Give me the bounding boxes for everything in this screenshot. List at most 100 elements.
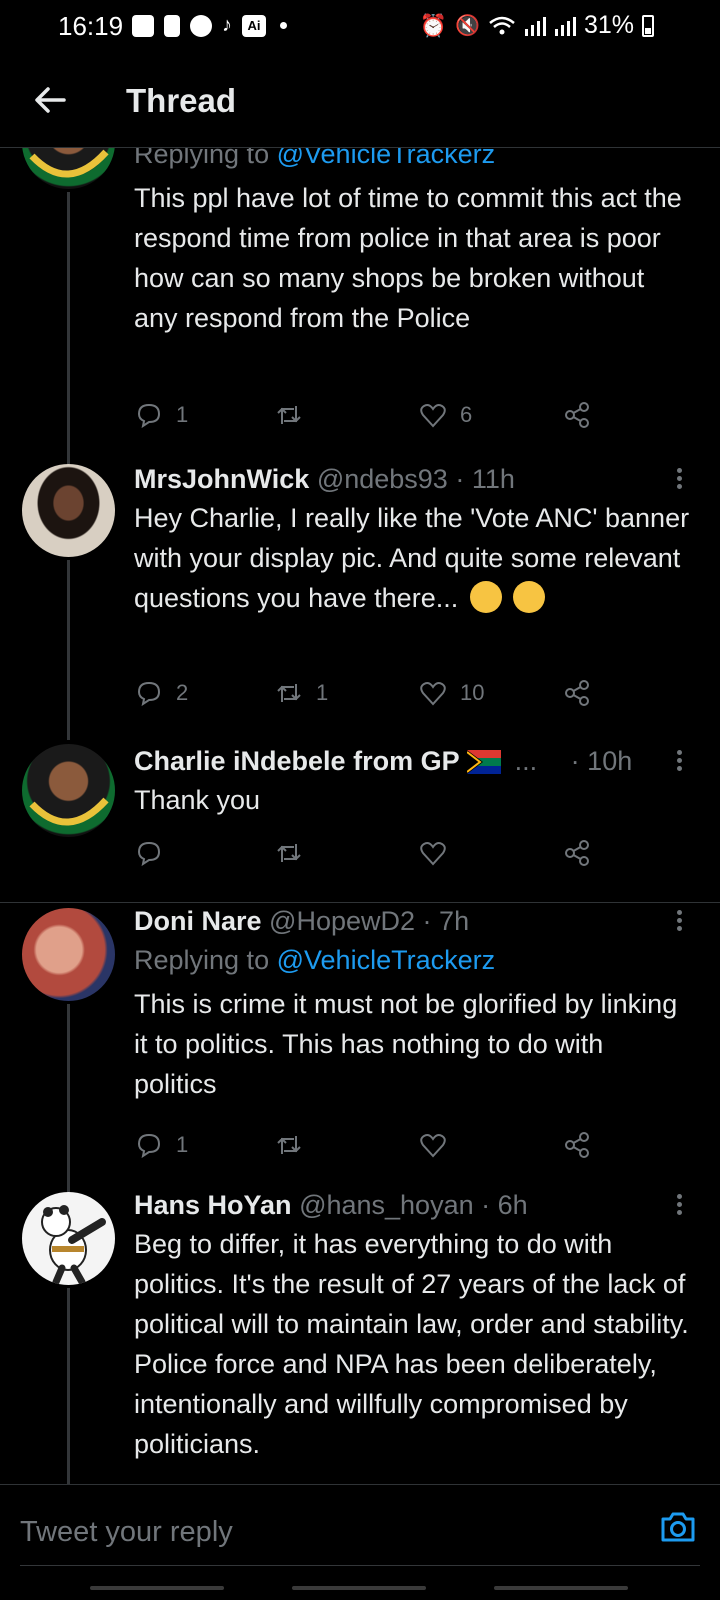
like-button[interactable]: 6 xyxy=(418,398,472,432)
vote-anc-badge-icon xyxy=(29,149,109,178)
thread-header: Thread xyxy=(0,52,720,148)
tweet-header: Charlie iNdebele from GP ... · 10h xyxy=(134,744,690,778)
avatar[interactable] xyxy=(22,744,115,837)
tweet[interactable]: Hans HoYan @hans_hoyan · 6h Beg to diffe… xyxy=(0,1188,720,1484)
avatar[interactable] xyxy=(22,908,115,1001)
like-button[interactable] xyxy=(418,836,448,870)
display-name[interactable]: Charlie iNdebele from GP xyxy=(134,746,460,776)
reply-button[interactable] xyxy=(134,836,164,870)
tweet[interactable]: Charlie iNdebele from GP ... · 10h Thank… xyxy=(0,740,720,880)
reply-composer xyxy=(0,1484,720,1600)
like-button[interactable] xyxy=(418,1128,448,1162)
tweet-header: MrsJohnWick @ndebs93 · 11h xyxy=(134,462,690,496)
system-nav-bar xyxy=(0,1580,720,1600)
tweet[interactable]: Doni Nare @HopewD2 · 7h Replying to @Veh… xyxy=(0,904,720,1204)
replying-to: Replying to @VehicleTrackerz xyxy=(134,942,690,978)
reply-icon xyxy=(137,1133,161,1159)
reply-icon xyxy=(137,841,161,867)
avatar[interactable] xyxy=(22,1192,115,1285)
separator: · xyxy=(570,746,580,776)
sim-icon xyxy=(164,14,180,37)
avatar[interactable] xyxy=(22,148,115,189)
status-bar: 16:19 ♪ Ai ⏰ 🔇 31% xyxy=(0,0,720,52)
tweet-text: This ppl have lot of time to commit this… xyxy=(134,183,682,333)
share-button[interactable] xyxy=(562,1128,592,1162)
heart-icon xyxy=(420,404,446,428)
south-africa-flag-icon xyxy=(466,750,502,774)
like-count: 10 xyxy=(460,680,485,705)
user-handle[interactable]: @HopewD2 xyxy=(269,906,415,936)
retweet-button[interactable]: 1 xyxy=(274,676,328,710)
retweet-icon xyxy=(277,406,301,424)
share-button[interactable] xyxy=(562,676,592,710)
timestamp[interactable]: 7h xyxy=(439,906,469,936)
timestamp[interactable]: 11h xyxy=(472,464,515,494)
reply-input[interactable] xyxy=(20,1507,580,1557)
more-options-button[interactable] xyxy=(674,466,684,492)
mention-link[interactable]: @VehicleTrackerz xyxy=(277,945,495,975)
separator: · xyxy=(422,906,432,936)
reply-icon xyxy=(137,681,161,707)
tweet-text: Hey Charlie, I really like the 'Vote ANC… xyxy=(134,498,690,618)
display-name[interactable]: MrsJohnWick xyxy=(134,464,309,494)
replying-prefix: Replying to xyxy=(134,945,270,975)
reply-count: 2 xyxy=(176,680,189,705)
separator: · xyxy=(481,1190,491,1220)
retweet-icon xyxy=(277,844,301,862)
wifi-icon xyxy=(489,16,515,34)
battery-icon xyxy=(642,14,654,37)
system-icons: ⏰ 🔇 31% xyxy=(420,11,654,40)
heart-icon xyxy=(420,842,446,866)
kung-fu-panda-icon xyxy=(41,1205,106,1285)
like-button[interactable]: 10 xyxy=(418,676,484,710)
nav-back-indicator[interactable] xyxy=(494,1586,628,1590)
user-handle[interactable]: @ndebs93 xyxy=(317,464,448,494)
nav-home-indicator[interactable] xyxy=(292,1586,426,1590)
tweet-actions: 1 xyxy=(134,1128,614,1162)
alarm-icon: ⏰ xyxy=(419,12,448,38)
display-name[interactable]: Doni Nare xyxy=(134,906,262,936)
replying-to: Replying to @VehicleTrackerz xyxy=(134,148,690,172)
ai-badge-icon: Ai xyxy=(242,14,266,37)
share-button[interactable] xyxy=(562,836,592,870)
status-time: 16:19 xyxy=(58,11,124,41)
reply-button[interactable]: 2 xyxy=(134,676,188,710)
more-options-button[interactable] xyxy=(674,908,684,934)
thread-connector xyxy=(67,560,70,740)
timestamp[interactable]: 6h xyxy=(498,1190,528,1220)
retweet-count: 1 xyxy=(316,680,329,705)
nav-recents-indicator[interactable] xyxy=(90,1586,224,1590)
share-button[interactable] xyxy=(562,398,592,432)
user-handle[interactable]: @hans_hoyan xyxy=(299,1190,474,1220)
more-notifications-dot xyxy=(280,22,287,29)
tweet-text: Thank you xyxy=(134,785,261,815)
thread-connector xyxy=(67,1288,70,1484)
reply-count: 1 xyxy=(176,402,189,427)
camera-icon[interactable] xyxy=(658,1507,698,1547)
tweet-actions: 1 6 xyxy=(134,398,614,432)
thread-connector xyxy=(67,192,70,468)
separator: · xyxy=(455,464,465,494)
retweet-button[interactable] xyxy=(274,836,304,870)
conversation-divider xyxy=(0,902,720,903)
reply-button[interactable]: 1 xyxy=(134,1128,188,1162)
notification-icons: ♪ Ai xyxy=(132,14,287,37)
tiktok-icon: ♪ xyxy=(222,14,232,36)
timestamp[interactable]: · 10h xyxy=(571,746,633,776)
reply-button[interactable]: 1 xyxy=(134,398,188,432)
retweet-button[interactable] xyxy=(274,1128,304,1162)
back-arrow-icon[interactable] xyxy=(30,80,70,120)
tweet-header: Doni Nare @HopewD2 · 7h xyxy=(134,904,690,938)
tweet[interactable]: Replying to @VehicleTrackerz This ppl ha… xyxy=(0,148,720,468)
tweet-actions xyxy=(134,836,614,870)
retweet-button[interactable] xyxy=(274,398,316,432)
message-icon xyxy=(132,14,154,37)
more-options-button[interactable] xyxy=(674,748,684,774)
retweet-icon xyxy=(277,684,301,702)
thread-feed[interactable]: Replying to @VehicleTrackerz This ppl ha… xyxy=(0,148,720,1484)
tweet[interactable]: MrsJohnWick @ndebs93 · 11h Hey Charlie, … xyxy=(0,456,720,740)
display-name[interactable]: Hans HoYan xyxy=(134,1190,292,1220)
more-options-button[interactable] xyxy=(674,1192,684,1218)
avatar[interactable] xyxy=(22,464,115,557)
mention-link[interactable]: @VehicleTrackerz xyxy=(277,148,495,169)
